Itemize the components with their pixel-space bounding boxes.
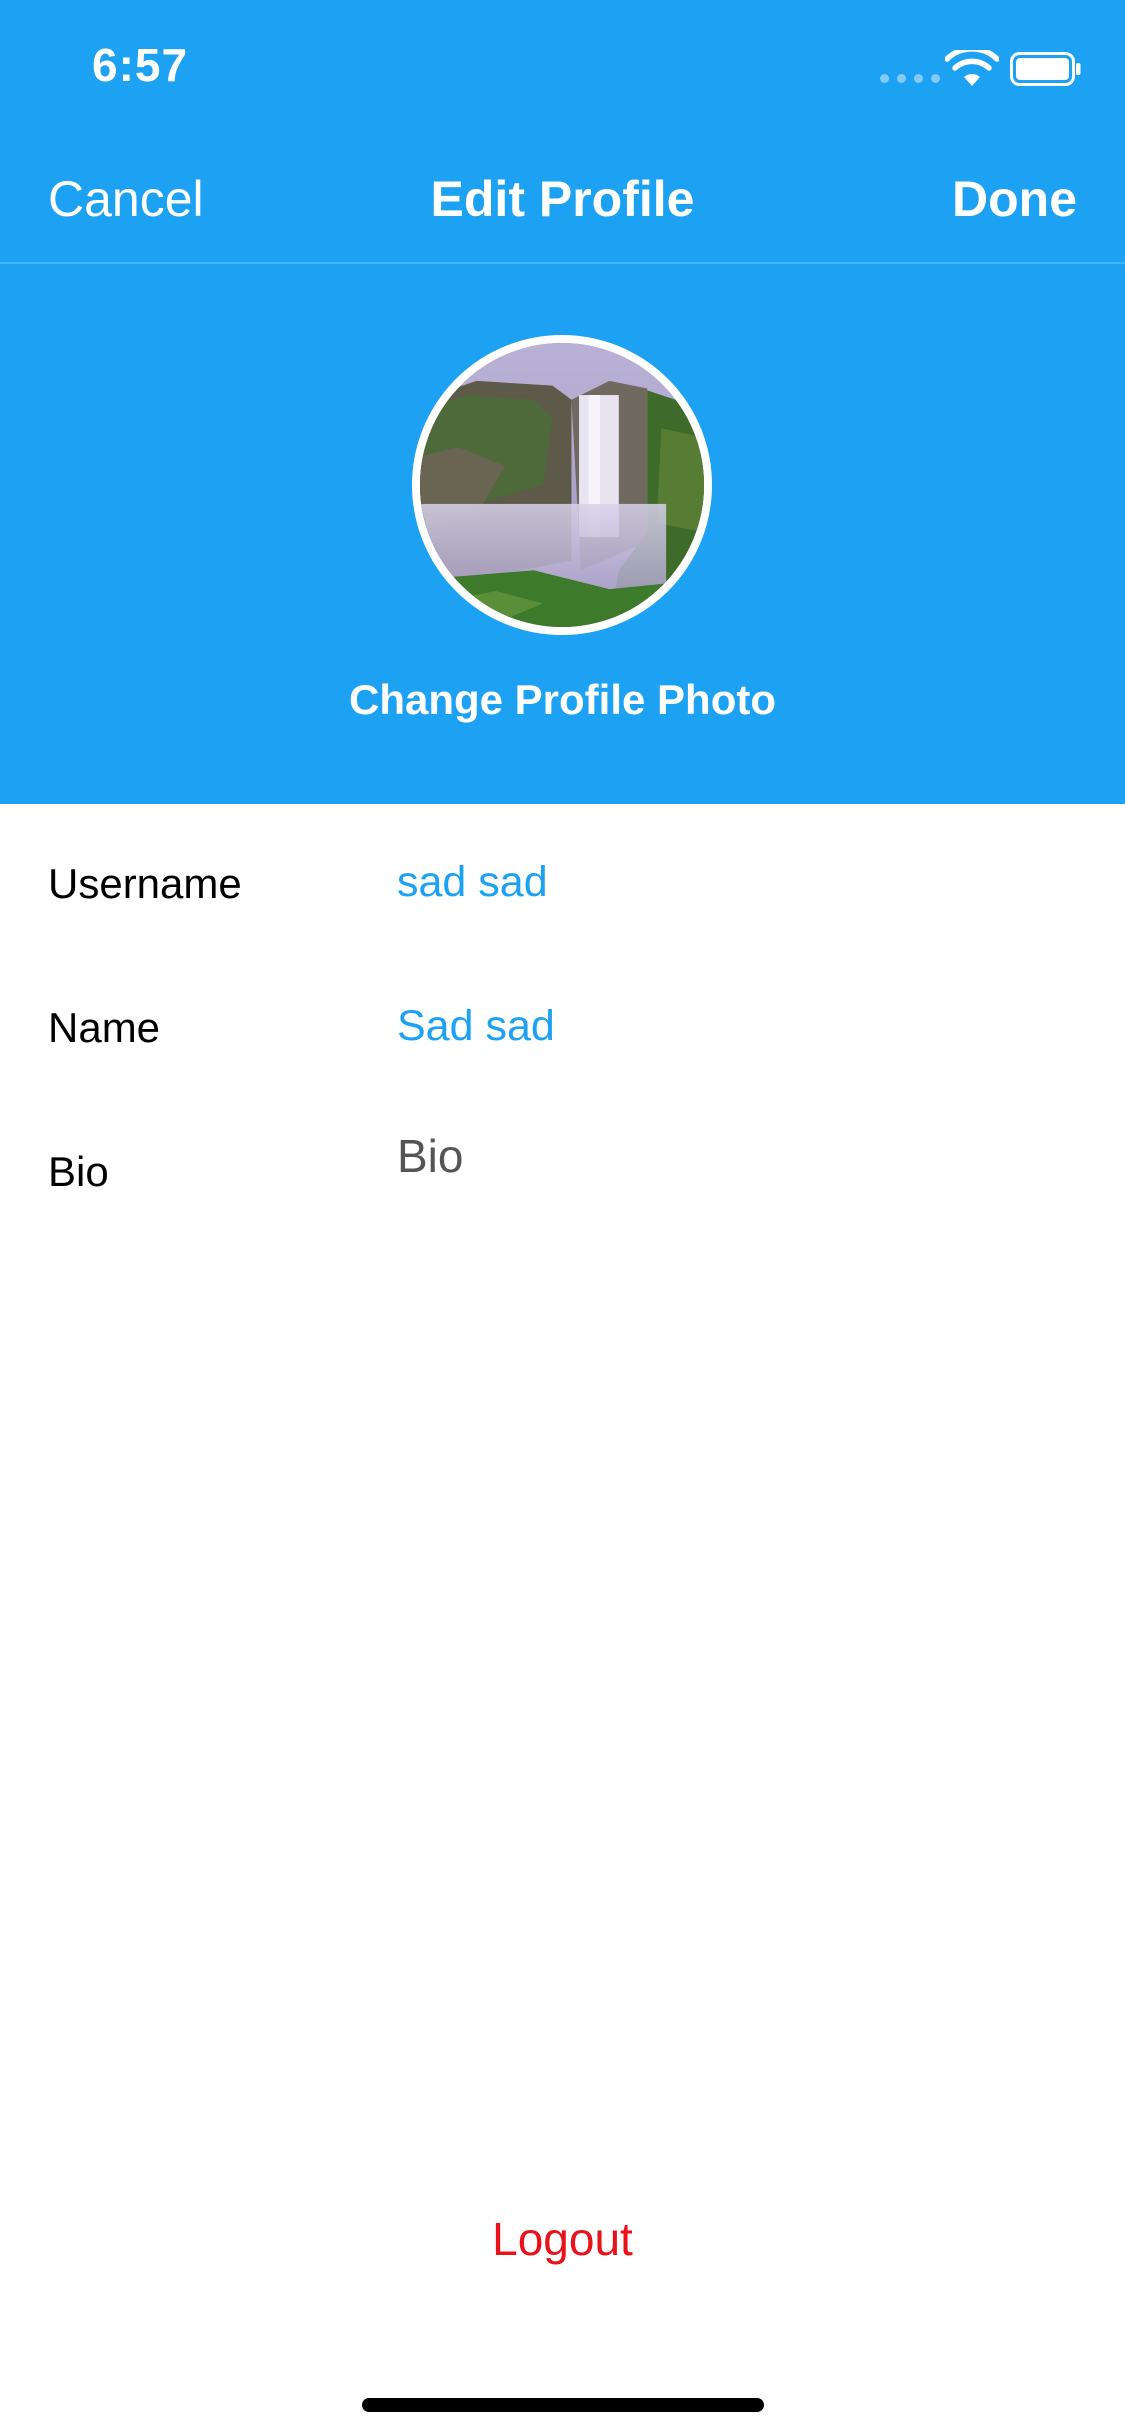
form-row-name: Name Sad sad [0,976,1125,1086]
name-label: Name [48,1004,161,1051]
bio-label: Bio [48,1148,109,1195]
wifi-icon [945,50,999,86]
profile-avatar[interactable] [412,335,712,635]
cancel-button[interactable]: Cancel [48,170,204,228]
done-button[interactable]: Done [952,170,1077,228]
waterfall-photo [420,343,704,627]
username-label: Username [48,860,242,907]
status-bar: 6:57 [0,0,1125,132]
bio-field[interactable]: Bio [397,1129,463,1183]
status-time: 6:57 [92,39,189,91]
name-field[interactable]: Sad sad [397,1002,555,1051]
navigation-bar: Cancel Edit Profile Done [0,132,1125,264]
username-field[interactable]: sad sad [397,858,548,907]
profile-header: 6:57 Cancel Edit Profile Done Change Pro… [0,0,1125,804]
battery-icon [1010,52,1081,86]
logout-button[interactable]: Logout [0,2212,1125,2266]
cellular-signal-icon [880,74,940,83]
form-row-username: Username sad sad [0,832,1125,942]
change-profile-photo-button[interactable]: Change Profile Photo [0,676,1125,724]
home-indicator [362,2398,764,2412]
form-row-bio: Bio Bio [0,1120,1125,1230]
